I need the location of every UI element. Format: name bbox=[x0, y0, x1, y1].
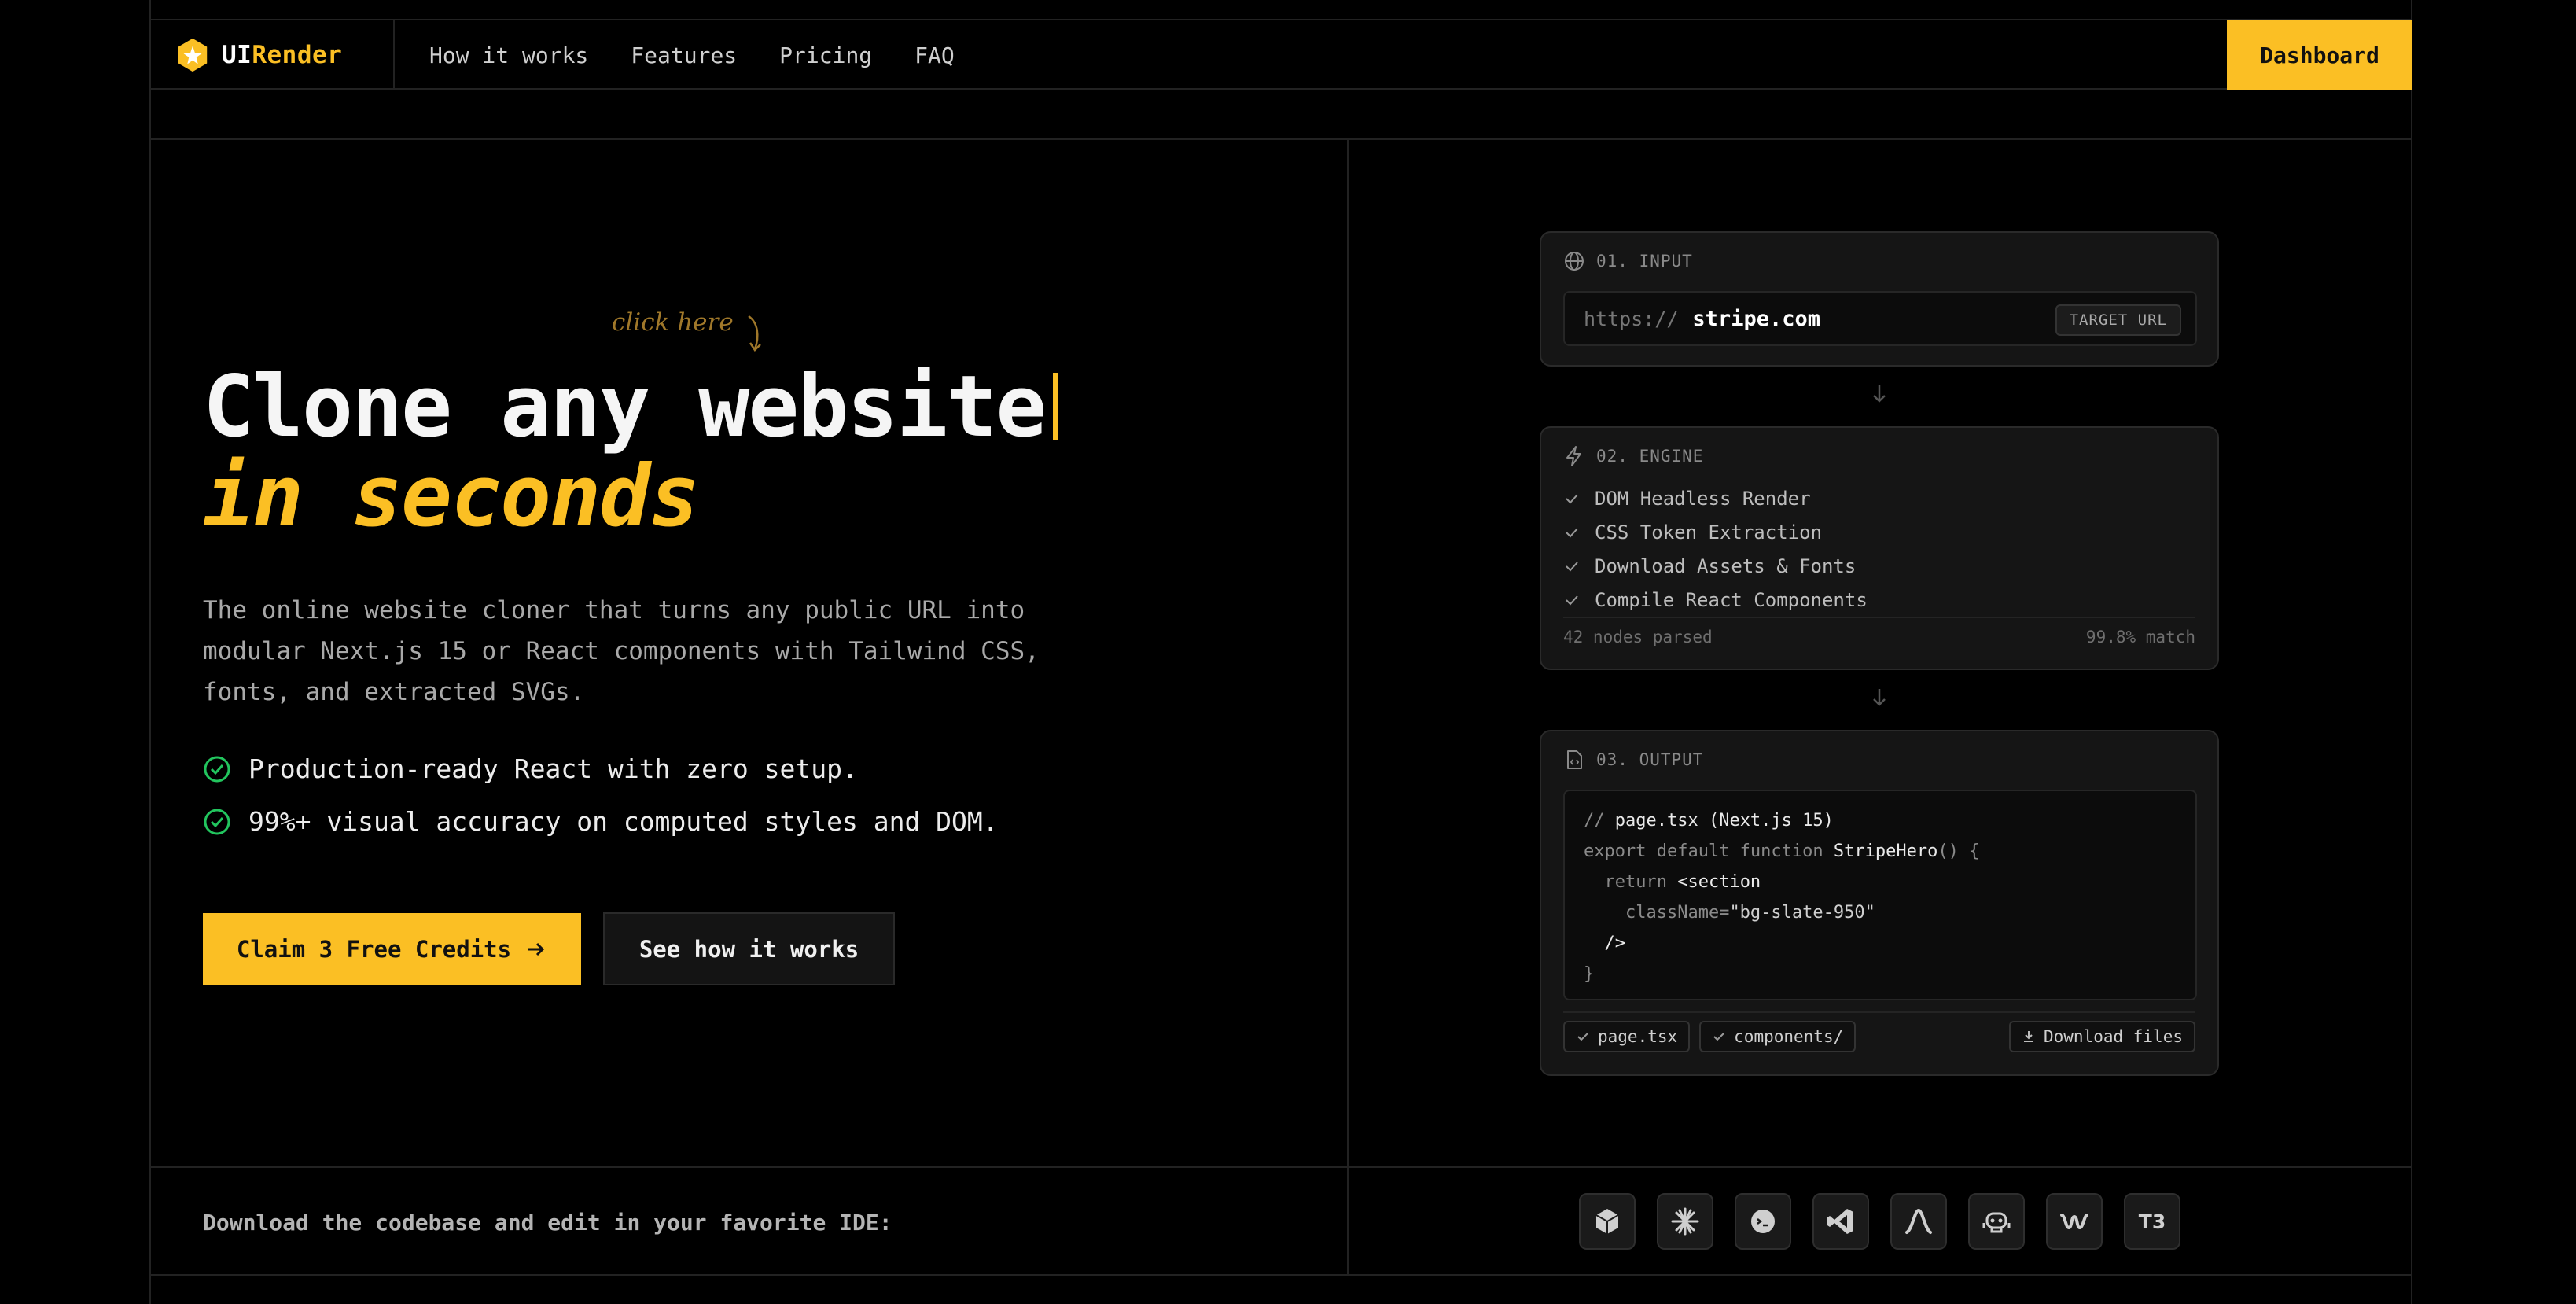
url-input[interactable]: https:// stripe.com TARGET URL bbox=[1563, 291, 2197, 346]
top-nav: UIRender How it works Features Pricing F… bbox=[149, 20, 2412, 90]
vscode-icon bbox=[1827, 1209, 1853, 1234]
hero-description: The online website cloner that turns any… bbox=[203, 596, 1040, 706]
sparkle-icon bbox=[1671, 1207, 1699, 1236]
column-divider bbox=[1347, 140, 1349, 1276]
nav-links: How it works Features Pricing FAQ bbox=[395, 42, 955, 68]
engine-step: CSS Token Extraction bbox=[1563, 515, 1868, 549]
engine-step: Compile React Components bbox=[1563, 583, 1868, 617]
code-line: return <section bbox=[1584, 872, 1761, 892]
cube-icon bbox=[1595, 1209, 1619, 1234]
ide-claude[interactable] bbox=[1657, 1193, 1713, 1250]
ide-zed[interactable] bbox=[1735, 1193, 1791, 1250]
ide-cursor[interactable] bbox=[1579, 1193, 1636, 1250]
download-icon bbox=[2023, 1031, 2033, 1042]
divider bbox=[149, 138, 2412, 140]
nodes-parsed: 42 nodes parsed bbox=[1563, 628, 1713, 646]
brand-name: UIRender bbox=[222, 41, 343, 69]
file-chip-components[interactable]: components/ bbox=[1699, 1021, 1857, 1052]
card-header: 01. INPUT bbox=[1563, 250, 1693, 272]
divider bbox=[149, 1166, 2412, 1168]
ide-copilot[interactable] bbox=[1968, 1193, 2025, 1250]
engine-stats: 42 nodes parsed 99.8% match bbox=[1563, 617, 2195, 646]
check-icon bbox=[1566, 493, 1578, 503]
globe-icon bbox=[1565, 252, 1584, 271]
card-header: 02. ENGINE bbox=[1563, 445, 1703, 467]
t3-icon: T3 bbox=[2138, 1210, 2166, 1233]
claim-credits-button[interactable]: Claim 3 Free Credits bbox=[203, 913, 581, 985]
check-circle-icon bbox=[204, 809, 230, 834]
url-protocol: https:// bbox=[1584, 307, 1679, 330]
code-line: } bbox=[1584, 964, 1595, 984]
click-here-note: click here bbox=[612, 308, 734, 337]
text-cursor bbox=[1053, 373, 1059, 440]
target-url-badge: TARGET URL bbox=[2055, 304, 2181, 336]
nav-link-pricing[interactable]: Pricing bbox=[779, 42, 872, 68]
nav-link-faq[interactable]: FAQ bbox=[914, 42, 955, 68]
download-files-button[interactable]: Download files bbox=[2008, 1021, 2195, 1052]
ide-windsurf[interactable] bbox=[2046, 1193, 2103, 1250]
output-files: page.tsx components/ Download files bbox=[1563, 1011, 2195, 1052]
code-line: className="bg-slate-950" bbox=[1584, 903, 1875, 923]
arrow-down-icon bbox=[1873, 385, 1886, 403]
lightning-icon bbox=[1566, 446, 1581, 466]
url-value: stripe.com bbox=[1692, 306, 1820, 331]
ide-antigravity[interactable] bbox=[1890, 1193, 1947, 1250]
windsurf-icon bbox=[2060, 1214, 2088, 1230]
check-icon bbox=[1566, 527, 1578, 537]
check-icon bbox=[1713, 1033, 1724, 1041]
brand[interactable]: UIRender bbox=[149, 20, 395, 90]
code-line: /> bbox=[1584, 934, 1625, 953]
feature-item: Production-ready React with zero setup. bbox=[203, 753, 858, 784]
feature-item: 99%+ visual accuracy on computed styles … bbox=[203, 806, 999, 837]
file-code-icon bbox=[1567, 750, 1582, 769]
face-icon bbox=[1751, 1210, 1775, 1233]
check-icon bbox=[1577, 1033, 1588, 1041]
ide-vscode[interactable] bbox=[1812, 1193, 1869, 1250]
ide-label: Download the codebase and edit in your f… bbox=[203, 1210, 892, 1236]
match-percent: 99.8% match bbox=[2085, 628, 2195, 646]
engine-step: Download Assets & Fonts bbox=[1563, 549, 1868, 583]
input-card: 01. INPUT https:// stripe.com TARGET URL bbox=[1540, 231, 2219, 367]
hero-title: Clone any website bbox=[203, 362, 1059, 453]
logo-icon bbox=[178, 38, 208, 72]
arrow-down-icon bbox=[1873, 689, 1886, 706]
ide-t3[interactable]: T3 bbox=[2124, 1193, 2180, 1250]
divider bbox=[149, 1274, 2412, 1276]
hero-title-accent: in seconds bbox=[203, 448, 700, 546]
ide-list: T3 bbox=[1579, 1193, 2180, 1250]
code-preview: // page.tsx (Next.js 15) export default … bbox=[1563, 790, 2197, 1000]
output-card: 03. OUTPUT // page.tsx (Next.js 15) expo… bbox=[1540, 730, 2219, 1076]
check-circle-icon bbox=[204, 756, 230, 782]
code-line: // page.tsx (Next.js 15) bbox=[1584, 811, 1834, 831]
dashboard-button[interactable]: Dashboard bbox=[2227, 20, 2412, 90]
arrow-a-icon bbox=[1905, 1208, 1932, 1234]
check-icon bbox=[1566, 595, 1578, 605]
see-how-it-works-button[interactable]: See how it works bbox=[603, 912, 895, 985]
engine-step: DOM Headless Render bbox=[1563, 481, 1868, 515]
code-line: export default function StripeHero() { bbox=[1584, 842, 1980, 861]
check-icon bbox=[1566, 561, 1578, 571]
nav-link-features[interactable]: Features bbox=[631, 42, 737, 68]
engine-steps: DOM Headless Render CSS Token Extraction… bbox=[1563, 481, 1868, 617]
nav-link-how-it-works[interactable]: How it works bbox=[429, 42, 588, 68]
file-chip-page-tsx[interactable]: page.tsx bbox=[1563, 1021, 1691, 1052]
arrow-right-icon bbox=[528, 942, 545, 956]
engine-card: 02. ENGINE DOM Headless Render CSS Token… bbox=[1540, 426, 2219, 670]
card-header: 03. OUTPUT bbox=[1563, 749, 1703, 771]
curved-arrow-icon bbox=[748, 315, 761, 352]
copilot-icon bbox=[1982, 1212, 2011, 1233]
